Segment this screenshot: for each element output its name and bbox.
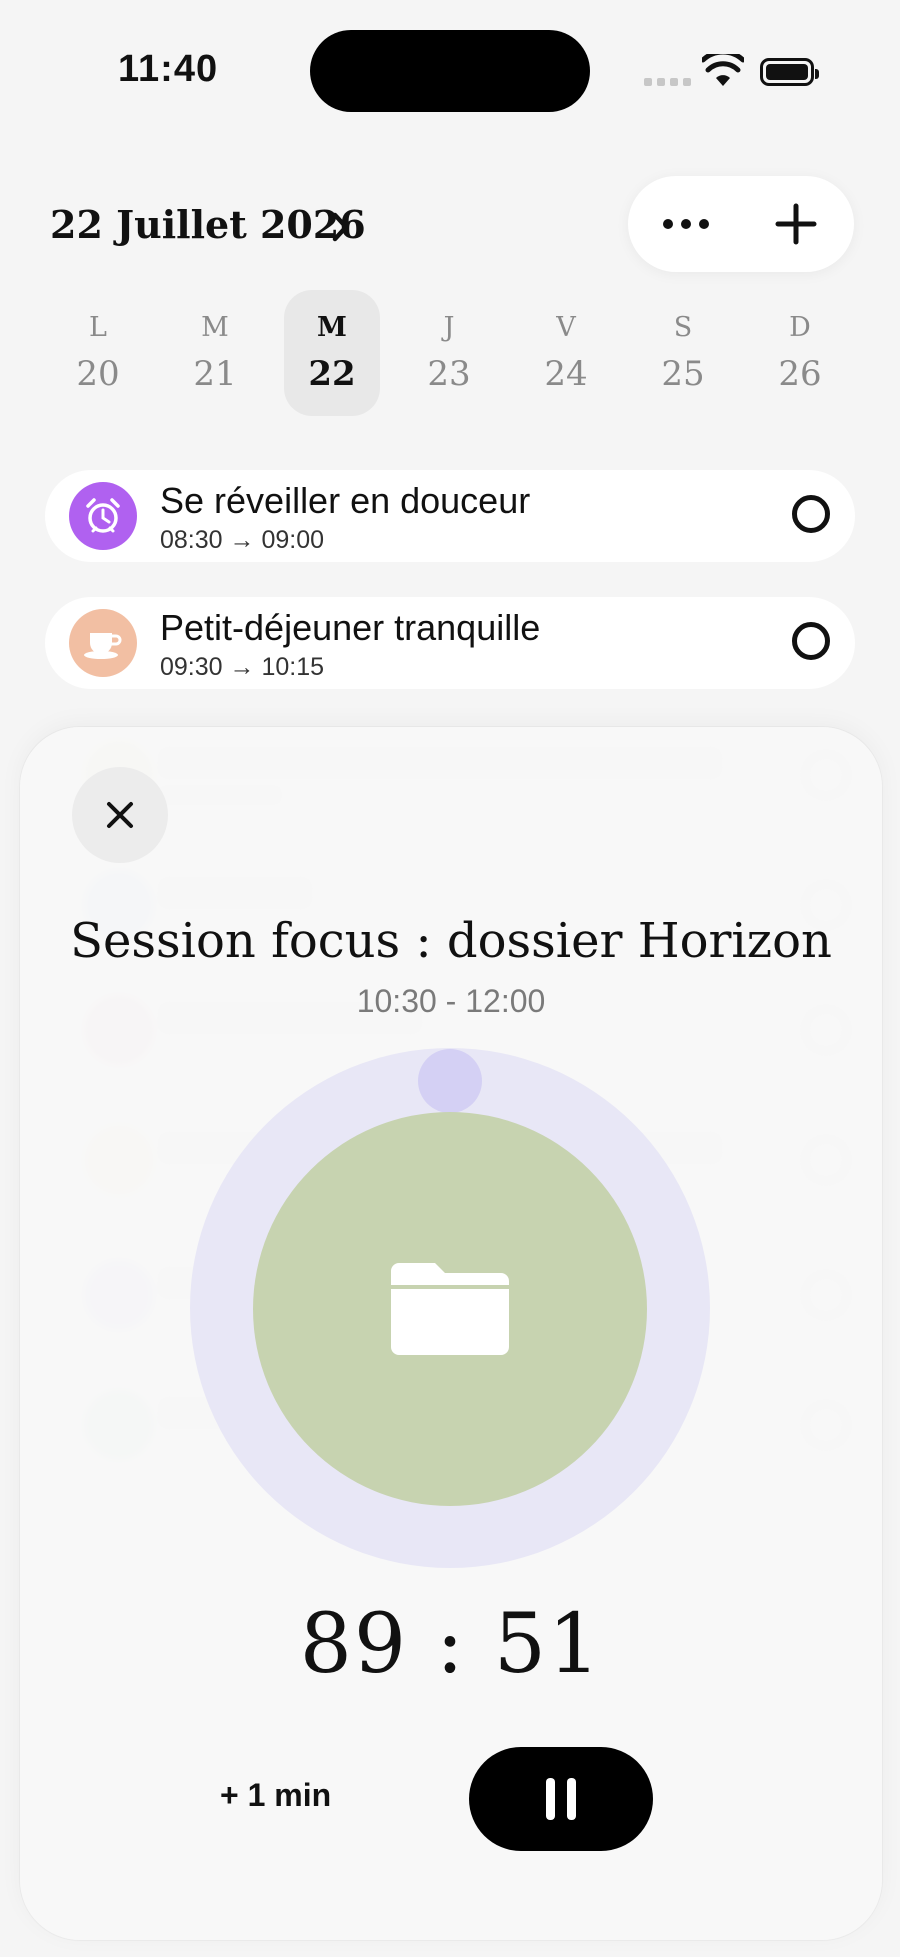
wifi-icon [702,54,744,86]
week-strip: L 20 M 21 M 22 J 23 V 24 S 25 D 26 [50,290,850,416]
day-number: 25 [661,354,705,394]
day-23[interactable]: J 23 [401,290,497,416]
task-checkbox[interactable] [792,495,830,533]
status-time: 11:40 [118,48,219,90]
task-card[interactable]: Se réveiller en douceur 08:30 → 09:00 [45,470,855,562]
task-title: Se réveiller en douceur [160,480,531,521]
day-letter: S [673,312,693,343]
alarm-clock-icon [69,482,137,550]
day-letter: L [89,312,107,343]
day-20[interactable]: L 20 [50,290,146,416]
focus-session-sheet: Session focus : dossier Horizon 10:30 - … [20,727,882,1940]
day-22-selected[interactable]: M 22 [284,290,380,416]
task-checkbox[interactable] [792,622,830,660]
day-25[interactable]: S 25 [635,290,731,416]
more-button[interactable] [656,198,716,250]
session-title: Session focus : dossier Horizon [70,913,832,969]
day-21[interactable]: M 21 [167,290,263,416]
task-time: 08:30 → 09:00 [160,526,325,554]
day-number: 21 [193,354,237,394]
plus-icon [775,203,817,245]
task-title: Petit-déjeuner tranquille [160,607,541,648]
coffee-cup-icon [69,609,137,677]
day-number: 23 [427,354,471,394]
day-letter: D [789,312,811,343]
task-icon-circle [253,1112,647,1506]
day-letter: V [556,312,576,343]
day-24[interactable]: V 24 [518,290,614,416]
session-time-range: 10:30 - 12:00 [356,983,546,1019]
pause-button[interactable] [469,1747,653,1851]
battery-icon [760,58,819,86]
day-number: 22 [308,354,356,394]
day-number: 20 [76,354,120,394]
cellular-signal-icon [644,78,691,86]
day-letter: M [201,312,229,343]
close-button[interactable] [72,767,168,863]
day-number: 24 [544,354,588,394]
task-time: 09:30 → 10:15 [160,653,325,681]
chevron-right-icon[interactable] [330,210,352,244]
task-card[interactable]: Petit-déjeuner tranquille 09:30 → 10:15 [45,597,855,689]
day-number: 26 [778,354,822,394]
add-one-minute-button[interactable]: + 1 min [220,1777,331,1814]
day-letter: J [443,312,455,343]
close-icon [107,802,133,828]
folder-icon [391,1263,509,1355]
ellipsis-icon [663,219,709,229]
countdown-timer: 89 : 51 [299,1597,603,1692]
add-button[interactable] [766,198,826,250]
day-26[interactable]: D 26 [752,290,848,416]
dynamic-island [310,30,590,112]
header-actions [628,176,854,272]
pause-icon [546,1778,576,1820]
date-title[interactable]: 22 Juillet 2026 [50,202,366,247]
day-letter: M [317,312,347,343]
progress-ring-handle[interactable] [418,1049,482,1113]
